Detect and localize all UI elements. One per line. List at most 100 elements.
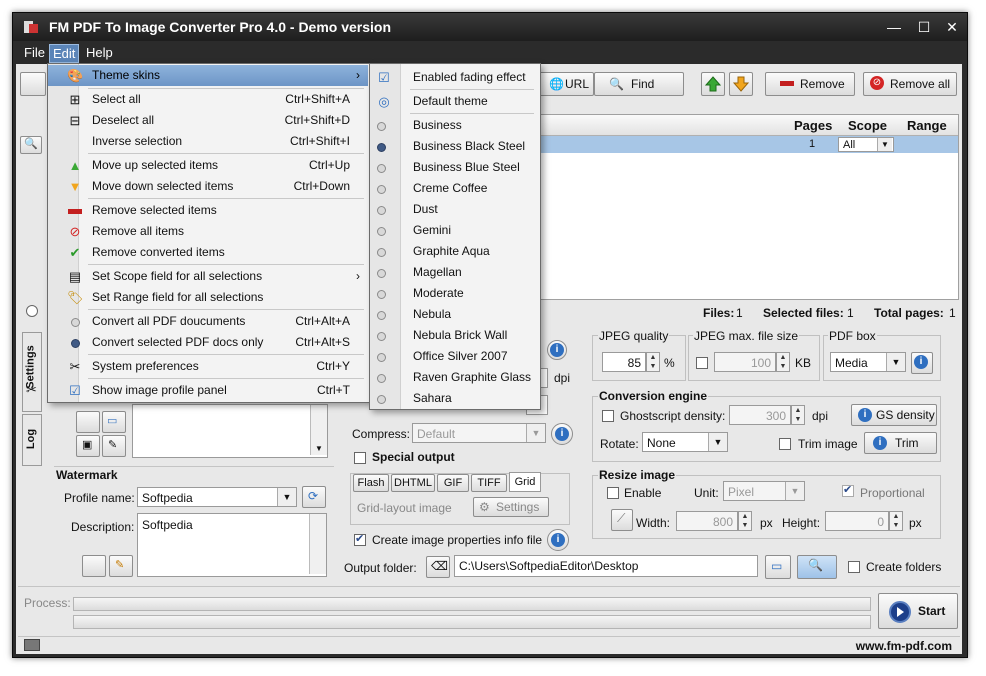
theme-item[interactable]: Nebula Brick Wall	[370, 325, 538, 346]
new-watermark-button[interactable]	[82, 555, 106, 577]
profile-list[interactable]: ▼	[132, 404, 328, 458]
description-textarea[interactable]: Softpedia	[137, 513, 327, 577]
remove-all-button[interactable]: ⊘ Remove all	[863, 72, 957, 96]
theme-item[interactable]: Creme Coffee	[370, 178, 538, 199]
move-up-button[interactable]	[701, 72, 725, 96]
width-input[interactable]: 800	[676, 511, 738, 531]
menu-help[interactable]: Help	[83, 44, 116, 61]
tab-dhtml[interactable]: DHTML	[391, 474, 435, 492]
preview-button[interactable]: 🔍	[20, 136, 42, 154]
pdf-box-combo[interactable]: Media ▼	[830, 352, 906, 372]
gs-density-checkbox[interactable]	[602, 410, 614, 422]
menu-item-inverse-selection[interactable]: Inverse selection Ctrl+Shift+I	[48, 131, 368, 152]
pdf-box-info-button[interactable]: i	[911, 352, 933, 374]
menu-item-set-scope[interactable]: ▤ Set Scope field for all selections ›	[48, 266, 368, 287]
theme-item[interactable]: Magellan	[370, 262, 538, 283]
jpeg-size-checkbox[interactable]	[696, 357, 708, 369]
menu-item-fading-effect[interactable]: ☑ Enabled fading effect	[370, 67, 538, 88]
jpeg-size-input[interactable]: 100	[714, 352, 776, 372]
profile-name-combo[interactable]: Softpedia ▼	[137, 487, 297, 507]
grid-settings-button[interactable]: ⚙ Settings	[473, 497, 549, 517]
close-icon[interactable]: ✕	[941, 17, 963, 37]
rotate-combo[interactable]: None ▼	[642, 432, 728, 452]
jpeg-quality-spinner[interactable]: ▲ ▼	[646, 352, 660, 372]
resize-enable-checkbox[interactable]	[607, 487, 619, 499]
browse-folder-button[interactable]: ▭	[765, 555, 791, 579]
output-folder-input[interactable]: C:\Users\SoftpediaEditor\Desktop	[454, 555, 758, 577]
remove-button[interactable]: Remove	[765, 72, 855, 96]
menu-item-remove-all[interactable]: ⊘ Remove all items	[48, 221, 368, 242]
new-profile-button[interactable]	[76, 411, 100, 433]
tab-flash[interactable]: Flash	[353, 474, 389, 492]
col-pages[interactable]: Pages	[794, 118, 832, 133]
col-scope[interactable]: Scope	[848, 118, 887, 133]
info-button-1[interactable]: i	[547, 340, 567, 360]
compress-combo[interactable]: Default ▼	[412, 423, 546, 443]
profile-scrollbar[interactable]: ▼	[310, 405, 327, 455]
start-button[interactable]: Start	[878, 593, 958, 629]
edit-profile-button[interactable]: ✎	[102, 435, 126, 457]
save-profile-button[interactable]: ▣	[76, 435, 100, 457]
theme-item[interactable]: Business	[370, 115, 538, 136]
width-spinner[interactable]: ▲ ▼	[738, 511, 752, 531]
menu-item-show-profile-panel[interactable]: ☑ Show image profile panel Ctrl+T	[48, 380, 368, 401]
minimize-icon[interactable]: —	[883, 17, 905, 37]
col-range[interactable]: Range	[907, 118, 947, 133]
menu-edit[interactable]: Edit	[49, 44, 80, 63]
gs-density-button[interactable]: i GS density	[851, 404, 937, 426]
menu-item-convert-selected[interactable]: Convert selected PDF docs only Ctrl+Alt+S	[48, 332, 368, 353]
theme-item[interactable]: Dust	[370, 199, 538, 220]
tab-gif[interactable]: GIF	[437, 474, 469, 492]
trim-checkbox[interactable]	[779, 438, 791, 450]
special-output-checkbox[interactable]	[354, 452, 366, 464]
toolbar-add-button[interactable]	[20, 72, 46, 96]
theme-item[interactable]: Nebula	[370, 304, 538, 325]
unit-combo[interactable]: Pixel ▼	[723, 481, 805, 501]
theme-item[interactable]: Graphite Aqua	[370, 241, 538, 262]
create-info-checkbox[interactable]	[354, 532, 366, 546]
menu-item-deselect-all[interactable]: ⊟ Deselect all Ctrl+Shift+D	[48, 110, 368, 131]
menu-item-set-range[interactable]: 🏷 Set Range field for all selections	[48, 287, 368, 308]
open-folder-button[interactable]: 🔍	[797, 555, 837, 579]
gs-density-spinner[interactable]: ▲ ▼	[791, 405, 805, 425]
move-down-button[interactable]	[729, 72, 753, 96]
open-profile-button[interactable]: ▭	[102, 411, 126, 433]
height-input[interactable]: 0	[825, 511, 889, 531]
website-link[interactable]: www.fm-pdf.com	[856, 639, 952, 653]
row-scope-combo[interactable]: All ▼	[838, 137, 894, 152]
info-button-2[interactable]: i	[551, 423, 573, 445]
create-folders-checkbox[interactable]	[848, 561, 860, 573]
tab-grid[interactable]: Grid	[509, 472, 541, 492]
theme-item[interactable]: Moderate	[370, 283, 538, 304]
menu-file[interactable]: File	[21, 44, 48, 61]
menu-item-system-preferences[interactable]: ✂ System preferences Ctrl+Y	[48, 356, 368, 377]
clear-folder-button[interactable]: ⌫	[426, 556, 450, 578]
theme-item[interactable]: Raven Graphite Glass	[370, 367, 538, 388]
theme-item[interactable]: Business Black Steel	[370, 136, 538, 157]
gs-density-input[interactable]: 300	[729, 405, 791, 425]
menu-item-select-all[interactable]: ⊞ Select all Ctrl+Shift+A	[48, 89, 368, 110]
edit-watermark-button[interactable]: ✎	[109, 555, 133, 577]
theme-item[interactable]: Business Blue Steel	[370, 157, 538, 178]
jpeg-quality-input[interactable]: 85	[602, 352, 646, 372]
refresh-profile-button[interactable]: ⟳	[302, 486, 326, 508]
proportional-checkbox[interactable]	[842, 483, 854, 497]
info-button-3[interactable]: i	[547, 529, 569, 551]
view-radio[interactable]	[26, 305, 38, 317]
menu-item-remove-converted[interactable]: ✔ Remove converted items	[48, 242, 368, 263]
menu-item-move-up[interactable]: ▲ Move up selected items Ctrl+Up	[48, 155, 368, 176]
tab-settings[interactable]: Settings	[22, 332, 42, 412]
jpeg-size-spinner[interactable]: ▲ ▼	[776, 352, 790, 372]
toolbar-find-button[interactable]: 🔍 Find	[594, 72, 684, 96]
theme-item[interactable]: Sahara	[370, 388, 538, 409]
tab-log[interactable]: Log	[22, 414, 42, 466]
menu-item-theme-skins[interactable]: 🎨 Theme skins ›	[48, 65, 368, 86]
toolbar-url-button[interactable]: 🌐 URL	[538, 72, 594, 96]
tab-tiff[interactable]: TIFF	[471, 474, 507, 492]
theme-item[interactable]: Gemini	[370, 220, 538, 241]
maximize-icon[interactable]: ☐	[913, 17, 935, 37]
menu-item-move-down[interactable]: ▼ Move down selected items Ctrl+Down	[48, 176, 368, 197]
theme-item[interactable]: Office Silver 2007	[370, 346, 538, 367]
menu-item-remove-selected[interactable]: Remove selected items	[48, 200, 368, 221]
menu-item-convert-all[interactable]: Convert all PDF doucuments Ctrl+Alt+A	[48, 311, 368, 332]
